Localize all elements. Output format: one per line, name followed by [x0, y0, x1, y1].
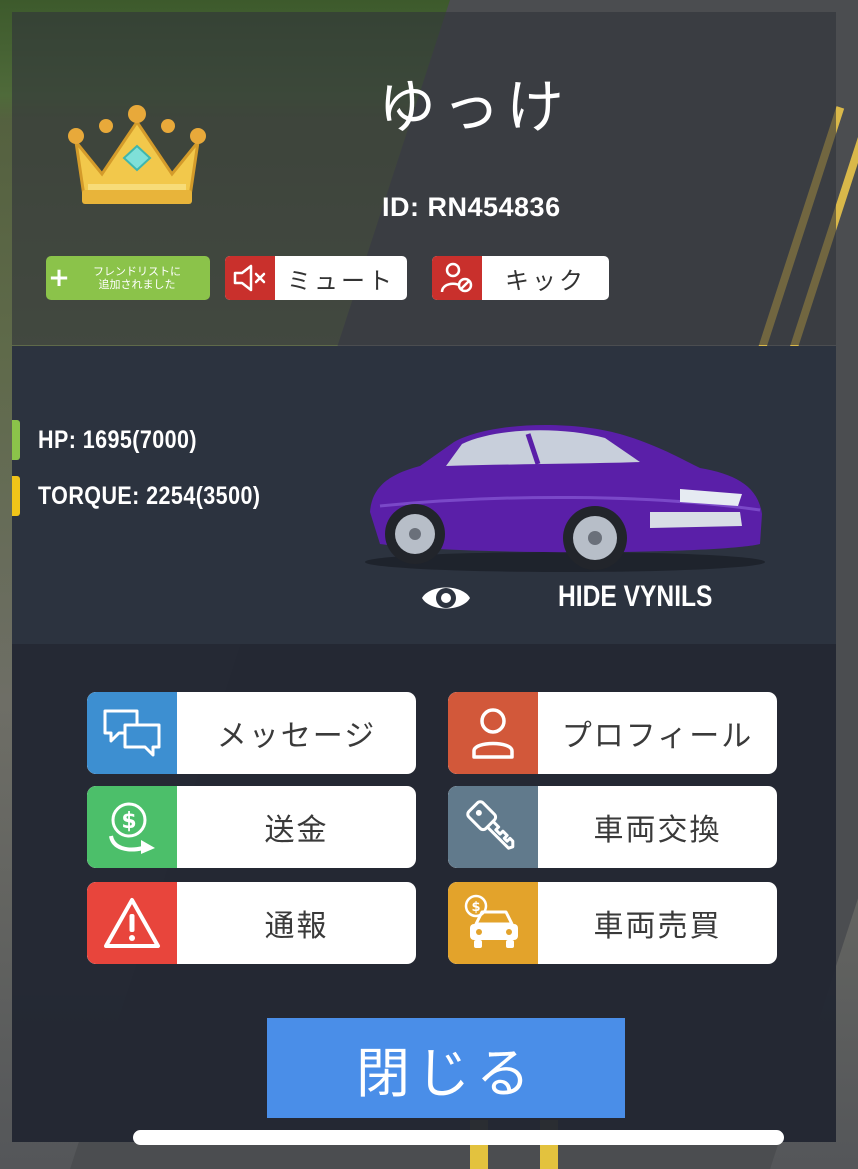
- kick-user-icon: [432, 256, 482, 300]
- car-sale-icon: $: [448, 882, 538, 964]
- profile-button[interactable]: プロフィール: [448, 692, 777, 774]
- message-label: メッセージ: [216, 719, 377, 754]
- kick-button[interactable]: キック: [432, 256, 609, 300]
- player-name: ゆっけ: [377, 73, 570, 141]
- vehicle-info: HP: 1695(7000) TORQUE: 2254(3500) HIDE V…: [12, 346, 836, 644]
- svg-text:$: $: [121, 809, 136, 834]
- kick-label: キック: [505, 266, 586, 295]
- report-button[interactable]: 通報: [87, 882, 416, 964]
- vehicle-trade-label: 車両売買: [593, 909, 722, 944]
- key-icon: [448, 786, 538, 868]
- car-image: [365, 424, 765, 572]
- warning-icon: [87, 882, 177, 964]
- close-button[interactable]: 閉じる: [267, 1018, 625, 1118]
- vehicle-swap-label: 車両交換: [593, 813, 722, 848]
- profile-label: プロフィール: [561, 719, 754, 754]
- friend-added-badge: + フレンドリストに 追加されました: [46, 256, 210, 300]
- mute-button[interactable]: ミュート: [225, 256, 407, 300]
- transfer-label: 送金: [264, 813, 329, 848]
- vehicle-trade-button[interactable]: $ 車両売買: [448, 882, 777, 964]
- transfer-button[interactable]: $ 送金: [87, 786, 416, 868]
- player-id: ID: RN454836: [382, 192, 561, 222]
- action-grid: メッセージ プロフィール $ 送金 車両交換 通報 $ 車両売買 閉じる: [12, 644, 836, 1142]
- user-icon: [448, 692, 538, 774]
- hp-text: HP: 1695(7000): [38, 425, 198, 454]
- hp-indicator: [12, 420, 20, 460]
- money-transfer-icon: $: [87, 786, 177, 868]
- home-indicator[interactable]: [133, 1130, 784, 1145]
- player-header: ゆっけ ID: RN454836 + フレンドリストに 追加されました ミュート: [12, 12, 836, 345]
- hide-vinyls-button[interactable]: HIDE VYNILS: [558, 580, 712, 614]
- player-info-panel: ゆっけ ID: RN454836 + フレンドリストに 追加されました ミュート: [12, 12, 836, 1142]
- mute-label: ミュート: [287, 266, 395, 295]
- eye-icon[interactable]: [420, 576, 472, 620]
- torque-stat: TORQUE: 2254(3500): [12, 476, 297, 516]
- speaker-mute-icon: [225, 256, 275, 300]
- hp-stat: HP: 1695(7000): [12, 420, 223, 460]
- message-button[interactable]: メッセージ: [87, 692, 416, 774]
- torque-text: TORQUE: 2254(3500): [38, 481, 261, 510]
- vehicle-swap-button[interactable]: 車両交換: [448, 786, 777, 868]
- report-label: 通報: [264, 909, 329, 944]
- torque-indicator: [12, 476, 20, 516]
- plus-icon: +: [48, 263, 70, 293]
- svg-text:$: $: [471, 900, 480, 915]
- friend-added-label: フレンドリストに 追加されました: [93, 265, 181, 291]
- chat-bubbles-icon: [87, 692, 177, 774]
